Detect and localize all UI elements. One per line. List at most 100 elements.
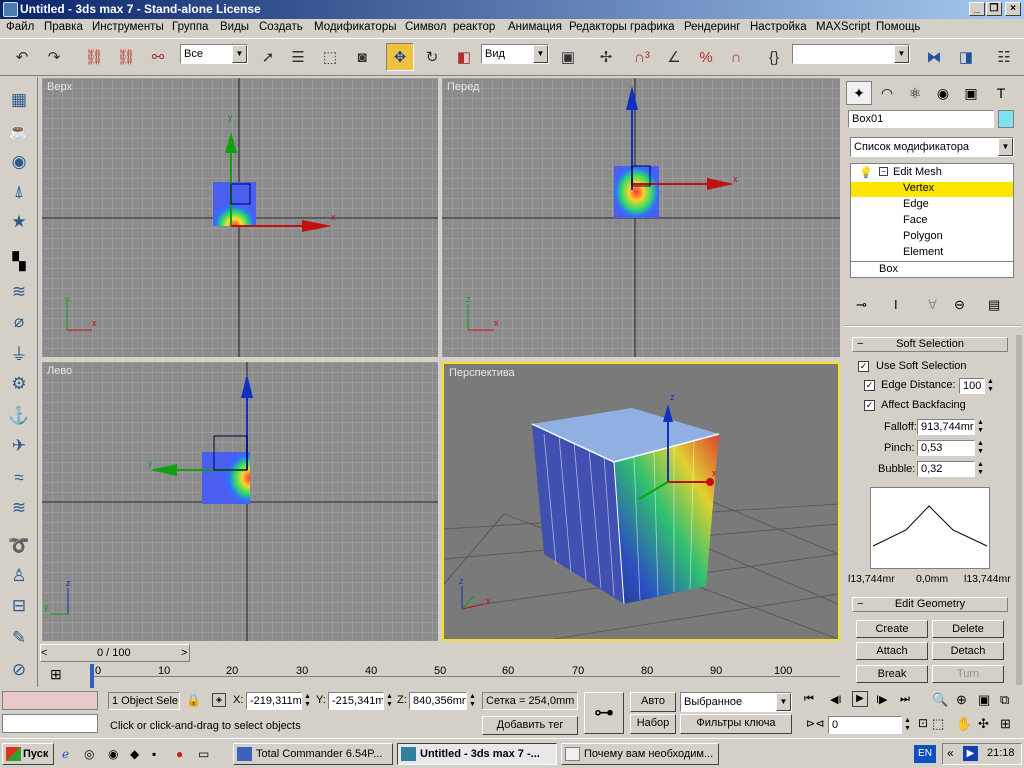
maximize-viewport-icon[interactable]: ⊞ (1000, 716, 1011, 732)
zoom-all-icon[interactable]: ⊕ (956, 692, 967, 708)
edit-geometry-rollout[interactable]: − Edit Geometry (852, 597, 1008, 612)
ripple-icon[interactable]: ≋ (5, 495, 33, 521)
track-bar[interactable]: ⊞ 0 10 20 30 40 50 60 70 80 90 100 (40, 664, 840, 688)
set-key-button[interactable]: Набор (630, 714, 676, 734)
stack-item-edit-mesh[interactable]: Edit Mesh (893, 166, 942, 178)
select-by-name-icon[interactable]: ☰ (284, 43, 312, 71)
language-indicator[interactable]: EN (914, 745, 936, 763)
bubble-field[interactable]: 0,32 (917, 461, 975, 477)
go-to-end-icon[interactable]: ⏭ (900, 693, 910, 706)
undo-icon[interactable]: ↶ (8, 43, 36, 71)
named-selection-icon[interactable]: {} (760, 43, 788, 71)
stack-item-box[interactable]: Box (879, 263, 898, 275)
detach-button[interactable]: Detach (932, 642, 1004, 660)
menu-customize[interactable]: Настройка (750, 21, 807, 33)
menu-edit[interactable]: Правка (44, 21, 83, 33)
link-icon[interactable]: ⛓ (80, 43, 108, 71)
y-spinner[interactable]: ▲ ▼ (385, 693, 394, 709)
bend-icon[interactable]: ⚓ (5, 403, 33, 429)
viewport-perspective[interactable]: z x z x Перспектива (442, 362, 840, 641)
bubble-spinner[interactable]: ▲ ▼ (976, 461, 985, 477)
menu-character[interactable]: Символ (405, 21, 446, 33)
key-mode-icon[interactable]: ⊳⊲ (806, 717, 824, 730)
add-time-tag-button[interactable]: Добавить тег (482, 716, 578, 735)
maximize-button[interactable]: ❐ (986, 2, 1002, 16)
falloff-field[interactable]: 913,744mr (917, 419, 975, 435)
menu-views[interactable]: Виды (220, 21, 249, 33)
layer-manager-icon[interactable]: ☷ (990, 43, 1018, 71)
menu-reactor[interactable]: реактор (453, 21, 495, 33)
edge-distance-field[interactable]: 100 (959, 378, 985, 394)
menu-rendering[interactable]: Рендеринг (684, 21, 740, 33)
align-icon[interactable]: ◨ (952, 43, 980, 71)
opera-icon[interactable]: ◎ (84, 747, 94, 761)
arc-rotate-icon[interactable]: ✣ (978, 716, 989, 732)
internet-explorer-icon[interactable]: ℯ (62, 747, 69, 761)
spinner-snap-icon[interactable]: ∩ (722, 43, 750, 71)
stack-item-vertex[interactable]: Vertex (903, 182, 934, 194)
delete-button[interactable]: Delete (932, 620, 1004, 638)
time-slider[interactable]: < 0 / 100 > (40, 642, 840, 664)
viewport-label-perspective[interactable]: Перспектива (449, 367, 515, 379)
z-spinner[interactable]: ▲ ▼ (468, 693, 477, 709)
viewport-front[interactable]: x z x Перед (442, 78, 840, 357)
z-coordinate-field[interactable]: 840,356mn (409, 692, 467, 710)
falloff-spinner[interactable]: ▲ ▼ (976, 419, 985, 435)
stack-item-edge[interactable]: Edge (903, 198, 929, 210)
time-slider-thumb[interactable]: < 0 / 100 > (40, 644, 190, 662)
create-button[interactable]: Create (856, 620, 928, 638)
pan-icon[interactable]: ✋ (956, 716, 972, 732)
go-to-start-icon[interactable]: ⏮ (804, 693, 814, 706)
capsule-icon[interactable]: ⌀ (5, 309, 33, 335)
key-filters-button[interactable]: Фильтры ключа (680, 714, 792, 734)
use-soft-selection-checkbox[interactable]: ✓ (858, 361, 869, 372)
media-player-icon[interactable]: ▶ (963, 746, 978, 761)
stack-item-polygon[interactable]: Polygon (903, 230, 943, 242)
media-icon[interactable]: ◉ (108, 747, 118, 761)
collapse-icon[interactable]: − (879, 167, 888, 176)
y-coordinate-field[interactable]: -215,341mi (328, 692, 384, 710)
menu-animation[interactable]: Анимация (508, 21, 562, 33)
panel-scrollbar[interactable] (1016, 335, 1022, 685)
hierarchy-tab-icon[interactable]: ⚛ (902, 81, 928, 105)
pinch-field[interactable]: 0,53 (917, 440, 975, 456)
key-selection-dropdown[interactable]: Выбранное ▼ (680, 692, 792, 712)
maxscript-listener-bottom[interactable] (2, 714, 98, 733)
zoom-extents-icon[interactable]: ▣ (978, 692, 990, 708)
viewport-label-top[interactable]: Верх (47, 81, 72, 93)
auto-key-button[interactable]: Авто (630, 692, 676, 712)
modify-tab-icon[interactable]: ◠ (874, 81, 900, 105)
menu-maxscript[interactable]: MAXScript (816, 21, 870, 33)
selection-filter-dropdown[interactable]: Все ▼ (180, 44, 248, 64)
chevron-left-icon[interactable]: < (41, 647, 47, 659)
named-selection-dropdown[interactable]: ▼ (792, 44, 910, 64)
affect-backfacing-checkbox[interactable]: ✓ (864, 400, 875, 411)
create-tab-icon[interactable]: ✦ (846, 81, 872, 105)
gear-icon[interactable]: ⚙ (5, 371, 33, 397)
checker-icon[interactable]: ▚ (5, 249, 33, 275)
next-frame-icon[interactable]: Ι▶ (876, 693, 888, 706)
spring-icon[interactable]: ≋ (5, 279, 33, 305)
curve-editor-icon[interactable]: ⊞ (50, 666, 62, 683)
select-scale-icon[interactable]: ◧ (450, 43, 478, 71)
turn-button[interactable]: Turn (932, 665, 1004, 683)
time-marker[interactable] (90, 664, 94, 688)
current-frame-field[interactable]: 0 (828, 716, 902, 734)
previous-frame-icon[interactable]: ◀Ι (830, 693, 842, 706)
pivot-center-icon[interactable]: ▣ (554, 43, 582, 71)
sphere-icon[interactable]: ◉ (5, 149, 33, 175)
motion-tab-icon[interactable]: ◉ (930, 81, 956, 105)
redo-icon[interactable]: ↷ (40, 43, 68, 71)
create-box-icon[interactable]: ▦ (5, 87, 33, 113)
select-object-icon[interactable]: ➚ (254, 43, 282, 71)
tray-expand-icon[interactable]: « (947, 746, 954, 760)
utilities-tab-icon[interactable]: T (988, 81, 1014, 105)
break-button[interactable]: Break (856, 665, 928, 683)
unlink-icon[interactable]: ⛓ (112, 43, 140, 71)
menu-help[interactable]: Помощь (876, 21, 920, 33)
lock-icon[interactable]: ⊘ (5, 657, 33, 683)
menu-group[interactable]: Группа (172, 21, 208, 33)
display-tab-icon[interactable]: ▣ (958, 81, 984, 105)
zoom-extents-all-icon[interactable]: ⧉ (1000, 692, 1009, 708)
mirror-icon[interactable]: ⧓ (920, 43, 948, 71)
